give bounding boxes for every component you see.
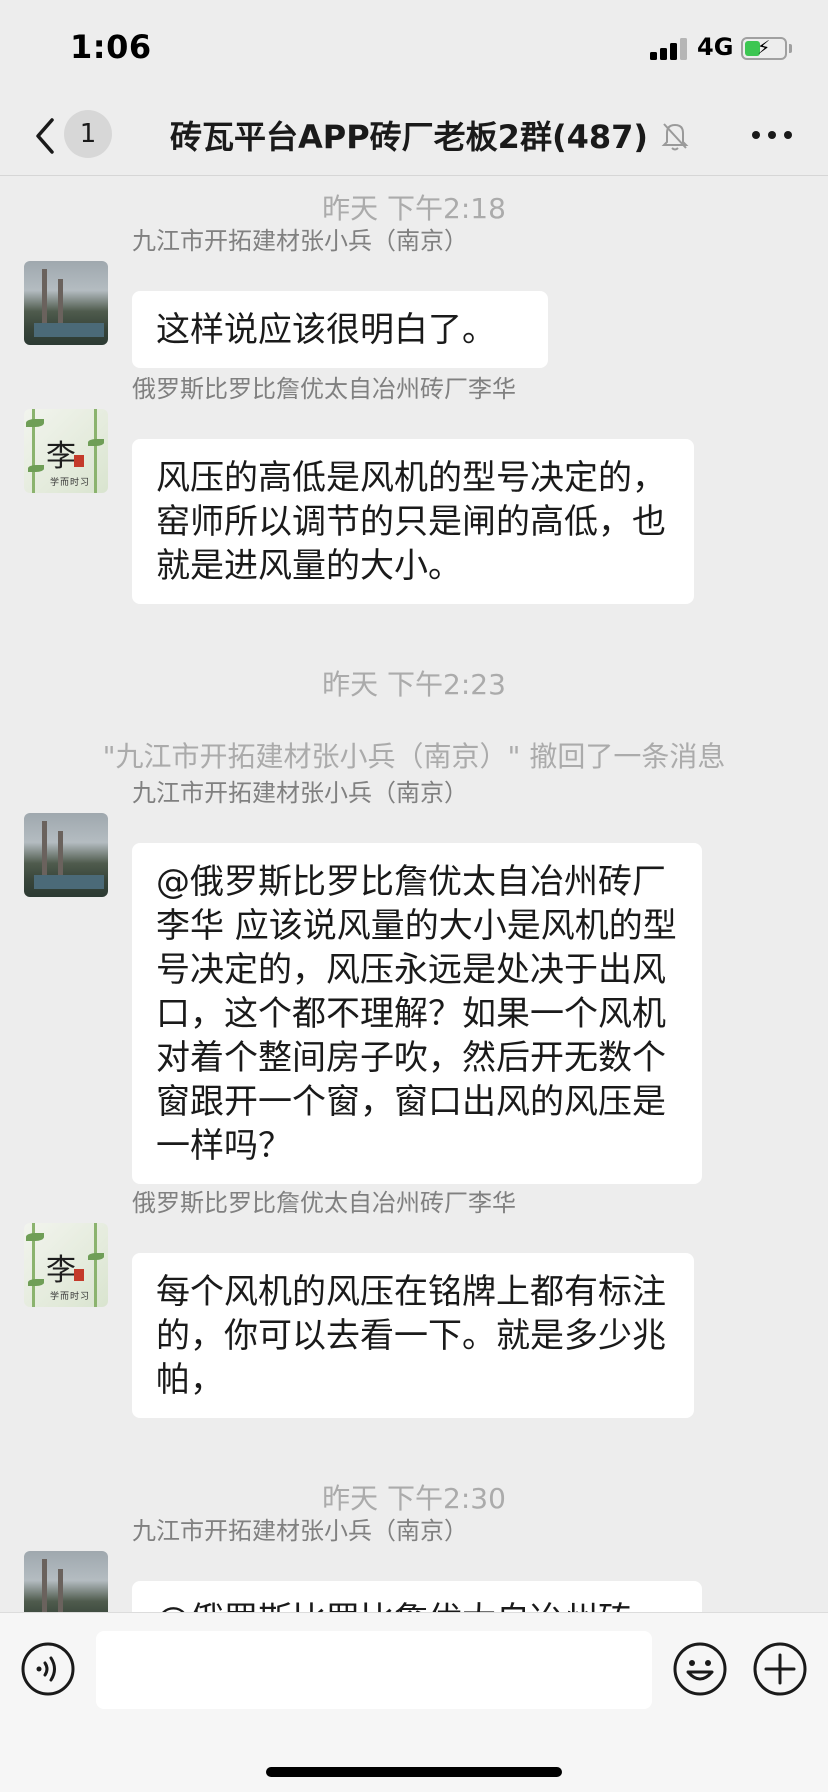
battery-tip xyxy=(789,44,792,53)
avatar[interactable]: 李 学而时习 xyxy=(24,1223,108,1307)
sender-name: 俄罗斯比罗比詹优太自冶州砖厂李华 xyxy=(132,1189,516,1217)
unread-count-badge[interactable]: 1 xyxy=(64,110,112,158)
nav-bar: 1 砖瓦平台APP砖厂老板2群(487) xyxy=(0,100,828,176)
avatar[interactable] xyxy=(24,813,108,897)
chat-title: 砖瓦平台APP砖厂老板2群(487) xyxy=(170,118,648,156)
network-type: 4G xyxy=(697,33,734,61)
message-bubble[interactable]: @俄罗斯比罗比詹优太自冶州砖 xyxy=(132,1581,702,1612)
sender-name: 九江市开拓建材张小兵（南京） xyxy=(132,1517,468,1545)
avatar-glyph: 李 xyxy=(46,1253,76,1288)
status-bar: 1:06 4G ⚡ xyxy=(0,0,828,100)
avatar-glyph: 李 xyxy=(46,439,76,474)
emoji-icon[interactable] xyxy=(672,1641,728,1697)
avatar-caption: 学而时习 xyxy=(50,1292,91,1302)
chevron-left-icon[interactable] xyxy=(30,116,60,156)
message-timestamp: 昨天 下午2:23 xyxy=(322,668,506,701)
status-time: 1:06 xyxy=(70,28,152,66)
sender-name: 九江市开拓建材张小兵（南京） xyxy=(132,227,468,255)
chat-screen: 1:06 4G ⚡ 1 砖瓦平台APP砖厂老板2群(487) 昨天 下午2:18… xyxy=(0,0,828,1792)
recall-notice: "九江市开拓建材张小兵（南京）" 撤回了一条消息 xyxy=(102,740,726,773)
signal-strength-icon xyxy=(650,36,690,60)
plus-icon[interactable] xyxy=(752,1641,808,1697)
message-list[interactable]: 昨天 下午2:18 九江市开拓建材张小兵（南京） 这样说应该很明白了。 李 学而… xyxy=(0,177,828,1612)
charging-bolt-icon: ⚡ xyxy=(757,37,771,59)
avatar-caption: 学而时习 xyxy=(50,478,91,488)
message-bubble[interactable]: 每个风机的风压在铭牌上都有标注的，你可以去看一下。就是多少兆帕， xyxy=(132,1253,694,1418)
message-bubble[interactable]: 风压的高低是风机的型号决定的，窑师所以调节的只是闸的高低，也就是进风量的大小。 xyxy=(132,439,694,604)
more-dots-icon[interactable] xyxy=(752,128,792,142)
sender-name: 俄罗斯比罗比詹优太自冶州砖厂李华 xyxy=(132,375,516,403)
avatar[interactable] xyxy=(24,261,108,345)
voice-icon[interactable] xyxy=(20,1641,76,1697)
input-bar xyxy=(0,1612,828,1792)
message-bubble[interactable]: @俄罗斯比罗比詹优太自冶州砖厂李华 应该说风量的大小是风机的型号决定的，风压永远… xyxy=(132,843,702,1184)
message-bubble[interactable]: 这样说应该很明白了。 xyxy=(132,291,548,368)
avatar[interactable]: 李 学而时习 xyxy=(24,409,108,493)
sender-name: 九江市开拓建材张小兵（南京） xyxy=(132,779,468,807)
bell-off-icon xyxy=(661,123,689,151)
avatar[interactable] xyxy=(24,1551,108,1612)
battery-icon: ⚡ xyxy=(741,37,787,60)
message-input[interactable] xyxy=(96,1631,652,1709)
home-indicator[interactable] xyxy=(266,1767,562,1777)
